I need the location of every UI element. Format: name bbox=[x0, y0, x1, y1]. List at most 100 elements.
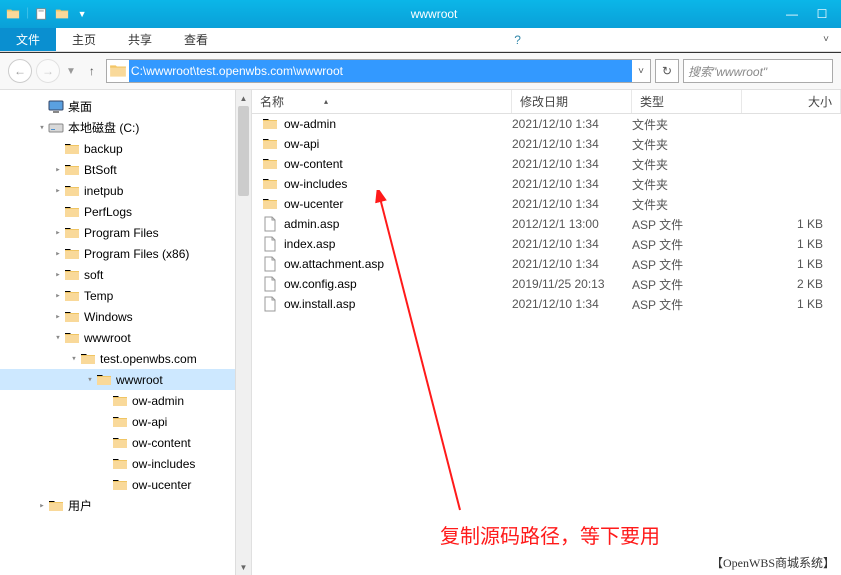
address-input-container[interactable]: ˅ bbox=[106, 59, 651, 83]
tree-scrollbar[interactable]: ▲ ▼ bbox=[235, 90, 251, 575]
nav-history-dropdown[interactable]: ▼ bbox=[66, 66, 76, 77]
tree-item[interactable]: ▸ soft bbox=[0, 264, 251, 285]
tree-label: soft bbox=[84, 268, 103, 282]
folder-icon bbox=[64, 246, 80, 262]
refresh-button[interactable]: ↻ bbox=[655, 59, 679, 83]
ribbon-tab-view[interactable]: 查看 bbox=[168, 28, 224, 51]
tree-item[interactable]: ▾ test.openwbs.com bbox=[0, 348, 251, 369]
tree-label: ow-content bbox=[132, 436, 191, 450]
file-row[interactable]: ow.attachment.asp2021/12/10 1:34ASP 文件1 … bbox=[252, 254, 841, 274]
tree-item[interactable]: ow-content bbox=[0, 432, 251, 453]
file-name: index.asp bbox=[284, 237, 335, 251]
tree-item[interactable]: ▸Program Files bbox=[0, 222, 251, 243]
folder-icon bbox=[64, 330, 80, 346]
qat-newfolder-icon[interactable] bbox=[53, 5, 71, 23]
tree-label: BtSoft bbox=[84, 163, 117, 177]
ribbon-tab-share[interactable]: 共享 bbox=[112, 28, 168, 51]
scroll-up-icon[interactable]: ▲ bbox=[236, 90, 251, 106]
folder-icon bbox=[64, 141, 80, 157]
file-row[interactable]: ow.config.asp2019/11/25 20:13ASP 文件2 KB bbox=[252, 274, 841, 294]
file-row[interactable]: ow.install.asp2021/12/10 1:34ASP 文件1 KB bbox=[252, 294, 841, 314]
tree-item[interactable]: ▸inetpub bbox=[0, 180, 251, 201]
file-type: 文件夹 bbox=[632, 196, 742, 213]
address-folder-icon bbox=[109, 62, 127, 80]
col-header-name[interactable]: 名称▴ bbox=[252, 90, 512, 113]
scroll-thumb[interactable] bbox=[238, 106, 249, 196]
folder-icon bbox=[64, 183, 80, 199]
tree-item[interactable]: ▸ Temp bbox=[0, 285, 251, 306]
tree-label: Temp bbox=[84, 289, 113, 303]
file-date: 2021/12/10 1:34 bbox=[512, 257, 632, 271]
tree-expand-icon[interactable]: ▾ bbox=[36, 123, 48, 133]
tree-item[interactable]: ▾wwwroot bbox=[0, 369, 251, 390]
file-row[interactable]: ow-api2021/12/10 1:34文件夹 bbox=[252, 134, 841, 154]
address-input[interactable] bbox=[129, 60, 632, 82]
tree-item[interactable]: PerfLogs bbox=[0, 201, 251, 222]
nav-up-button[interactable]: ↑ bbox=[82, 61, 102, 81]
qat-dropdown-icon[interactable]: ▼ bbox=[73, 5, 91, 23]
file-row[interactable]: index.asp2021/12/10 1:34ASP 文件1 KB bbox=[252, 234, 841, 254]
file-type: ASP 文件 bbox=[632, 216, 742, 233]
tree-item[interactable]: ▸ Windows bbox=[0, 306, 251, 327]
tree-item[interactable]: ow-includes bbox=[0, 453, 251, 474]
tree-expand-icon[interactable]: ▸ bbox=[52, 228, 64, 238]
tree-expand-icon[interactable]: ▸ bbox=[52, 312, 64, 322]
file-row[interactable]: ow-includes2021/12/10 1:34文件夹 bbox=[252, 174, 841, 194]
file-type: 文件夹 bbox=[632, 116, 742, 133]
tree-item[interactable]: ow-admin bbox=[0, 390, 251, 411]
tree-item[interactable]: ow-api bbox=[0, 411, 251, 432]
tree-expand-icon[interactable]: ▸ bbox=[52, 270, 64, 280]
file-date: 2019/11/25 20:13 bbox=[512, 277, 632, 291]
tree-expand-icon[interactable]: ▸ bbox=[52, 186, 64, 196]
tree-item[interactable]: ▸Program Files (x86) bbox=[0, 243, 251, 264]
file-row[interactable]: ow-ucenter2021/12/10 1:34文件夹 bbox=[252, 194, 841, 214]
col-header-type[interactable]: 类型 bbox=[632, 90, 742, 113]
address-dropdown-icon[interactable]: ˅ bbox=[632, 66, 650, 77]
file-name: ow.attachment.asp bbox=[284, 257, 384, 271]
list-header: 名称▴ 修改日期 类型 大小 bbox=[252, 90, 841, 114]
tree-item[interactable]: ▸ BtSoft bbox=[0, 159, 251, 180]
file-size: 1 KB bbox=[742, 217, 841, 231]
col-header-date[interactable]: 修改日期 bbox=[512, 90, 632, 113]
tree-label: Windows bbox=[84, 310, 133, 324]
tree-expand-icon[interactable]: ▸ bbox=[52, 249, 64, 259]
ribbon-file-tab[interactable]: 文件 bbox=[0, 28, 56, 51]
tree-expand-icon[interactable]: ▸ bbox=[52, 165, 64, 175]
tree-label: ow-includes bbox=[132, 457, 195, 471]
tree-item[interactable]: ▸用户 bbox=[0, 495, 251, 516]
file-icon bbox=[262, 236, 278, 252]
tree-item[interactable]: 桌面 bbox=[0, 96, 251, 117]
folder-icon bbox=[112, 435, 128, 451]
file-size: 1 KB bbox=[742, 297, 841, 311]
tree-item[interactable]: ow-ucenter bbox=[0, 474, 251, 495]
file-icon bbox=[262, 296, 278, 312]
minimize-button[interactable]: — bbox=[777, 4, 807, 24]
tree-expand-icon[interactable]: ▾ bbox=[52, 333, 64, 343]
col-header-size[interactable]: 大小 bbox=[742, 90, 841, 113]
file-row[interactable]: ow-admin2021/12/10 1:34文件夹 bbox=[252, 114, 841, 134]
folder-icon bbox=[262, 196, 278, 212]
tree-label: test.openwbs.com bbox=[100, 352, 197, 366]
folder-icon bbox=[112, 393, 128, 409]
nav-forward-button[interactable]: → bbox=[36, 59, 60, 83]
tree-item[interactable]: ▾本地磁盘 (C:) bbox=[0, 117, 251, 138]
tree-expand-icon[interactable]: ▾ bbox=[84, 375, 96, 385]
tree-expand-icon[interactable]: ▾ bbox=[68, 354, 80, 364]
search-input[interactable]: 搜索"wwwroot" bbox=[683, 59, 833, 83]
file-type: 文件夹 bbox=[632, 156, 742, 173]
tree-expand-icon[interactable]: ▸ bbox=[52, 291, 64, 301]
file-name: ow-api bbox=[284, 137, 319, 151]
tree-item[interactable]: backup bbox=[0, 138, 251, 159]
nav-back-button[interactable]: ← bbox=[8, 59, 32, 83]
scroll-down-icon[interactable]: ▼ bbox=[236, 559, 251, 575]
ribbon-tab-home[interactable]: 主页 bbox=[56, 28, 112, 51]
folder-icon bbox=[64, 267, 80, 283]
tree-expand-icon[interactable]: ▸ bbox=[36, 501, 48, 511]
file-row[interactable]: admin.asp2012/12/1 13:00ASP 文件1 KB bbox=[252, 214, 841, 234]
tree-item[interactable]: ▾wwwroot bbox=[0, 327, 251, 348]
ribbon-help-icon[interactable]: ? bbox=[503, 28, 533, 51]
file-row[interactable]: ow-content2021/12/10 1:34文件夹 bbox=[252, 154, 841, 174]
ribbon-expand-icon[interactable]: ˅ bbox=[811, 28, 841, 51]
qat-properties-icon[interactable] bbox=[33, 5, 51, 23]
maximize-button[interactable]: ☐ bbox=[807, 4, 837, 24]
